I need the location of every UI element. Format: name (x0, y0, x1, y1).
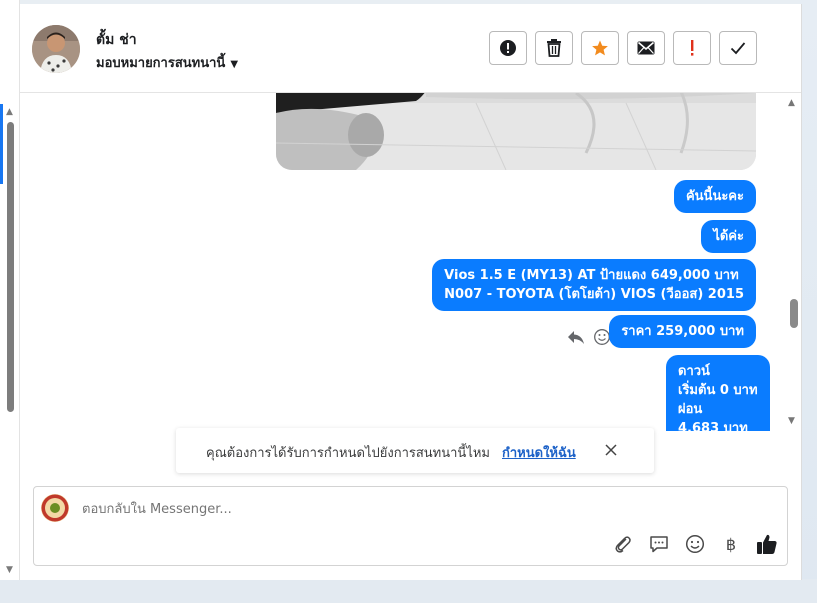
conversation-panel: ตั้ม ช่า มอบหมายการสนทนานี้ ▼ คันนี้นะคะ… (20, 4, 802, 580)
assign-dropdown[interactable]: มอบหมายการสนทนานี้ ▼ (96, 52, 238, 73)
scroll-thumb[interactable] (790, 299, 798, 328)
message-line: ดาวน์ (678, 364, 710, 379)
reply-composer: ฿ (33, 486, 788, 566)
done-button[interactable] (719, 31, 757, 65)
reply-input[interactable] (80, 501, 584, 518)
saved-reply-icon[interactable] (647, 532, 671, 556)
reply-icon[interactable] (567, 329, 585, 345)
selected-accent (0, 104, 3, 184)
car-photo (276, 93, 756, 170)
spam-button[interactable] (489, 31, 527, 65)
composer-tools: ฿ (611, 532, 779, 556)
envelope-icon (637, 41, 655, 55)
message-bubble[interactable]: ราคา 259,000 บาท (609, 315, 756, 348)
star-icon (592, 40, 608, 56)
message-list[interactable]: คันนี้นะคะ ได้ค่ะ Vios 1.5 E (MY13) AT ป… (20, 93, 801, 431)
user-name[interactable]: ตั้ม ช่า (96, 29, 137, 51)
user-avatar[interactable] (32, 25, 80, 73)
paperclip-icon[interactable] (611, 532, 635, 556)
trash-icon (547, 39, 561, 57)
mark-unread-button[interactable] (627, 31, 665, 65)
scroll-down-arrow[interactable]: ▼ (788, 416, 795, 426)
scroll-up-arrow[interactable]: ▲ (6, 107, 13, 117)
check-icon (730, 42, 746, 55)
avatar-photo (32, 25, 80, 73)
alert-circle-icon (500, 40, 516, 56)
notice-text: คุณต้องการได้รับการกำหนดไปยังการสนทนานี้… (206, 446, 490, 461)
emoji-icon[interactable] (683, 532, 707, 556)
assign-label: มอบหมายการสนทนานี้ (96, 56, 226, 71)
caret-down-icon: ▼ (230, 59, 239, 70)
window-backdrop-bottom (0, 579, 817, 603)
message-bubble[interactable]: ได้ค่ะ (701, 220, 756, 253)
assign-to-me-link[interactable]: กำหนดให้ฉัน (502, 442, 576, 463)
scroll-down-arrow[interactable]: ▼ (6, 565, 13, 575)
message-line: เริ่มต้น 0 บาท (678, 383, 758, 398)
car-photo-message[interactable] (276, 93, 756, 170)
message-bubble[interactable]: ดาวน์ เริ่มต้น 0 บาท ผ่อน 4,683 บาท (666, 355, 770, 431)
message-bubble[interactable]: Vios 1.5 E (MY13) AT ป้ายแดง 649,000 บาท… (432, 259, 756, 311)
message-line: Vios 1.5 E (MY13) AT ป้ายแดง 649,000 บาท (444, 268, 739, 283)
message-actions (567, 328, 611, 346)
scroll-up-arrow[interactable]: ▲ (788, 98, 795, 108)
window-backdrop-right (800, 0, 817, 603)
assign-notice: คุณต้องการได้รับการกำหนดไปยังการสนทนานี้… (176, 428, 654, 473)
baht-icon[interactable]: ฿ (719, 532, 743, 556)
message-line: N007 - TOYOTA (โตโยต้า) VIOS (วีออส) 201… (444, 287, 744, 302)
action-toolbar (489, 31, 757, 65)
scroll-thumb[interactable] (7, 122, 14, 412)
thumbs-up-icon[interactable] (755, 532, 779, 556)
react-emoji-icon[interactable] (593, 328, 611, 346)
page-logo (41, 494, 69, 522)
exclamation-icon (691, 40, 694, 56)
message-line: 4,683 บาท (678, 421, 748, 431)
conversation-header: ตั้ม ช่า มอบหมายการสนทนานี้ ▼ (20, 4, 801, 93)
message-bubble[interactable]: คันนี้นะคะ (673, 180, 756, 213)
message-line: ผ่อน (678, 402, 703, 417)
left-scrollbar[interactable]: ▲ ▼ (0, 0, 20, 580)
star-button[interactable] (581, 31, 619, 65)
delete-button[interactable] (535, 31, 573, 65)
follow-up-button[interactable] (673, 31, 711, 65)
close-icon[interactable] (603, 442, 619, 458)
page-avatar (41, 494, 69, 522)
